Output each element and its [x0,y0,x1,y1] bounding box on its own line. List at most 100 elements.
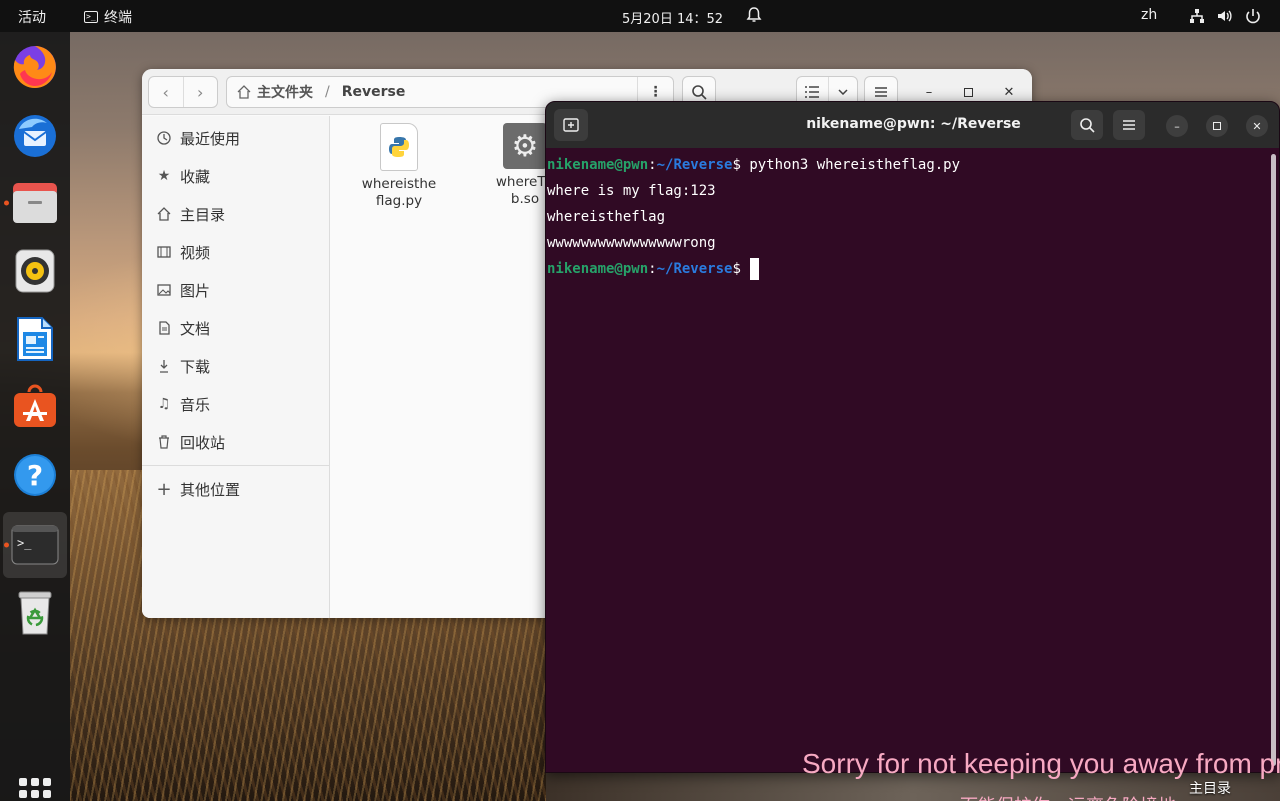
terminal-search-button[interactable] [1071,110,1103,140]
dock-thunderbird[interactable] [0,102,70,168]
minimize-button[interactable]: – [918,81,940,103]
clock-icon [156,130,172,146]
top-bar: 活动 >_ 终端 5月20日 14：52 zh [0,0,1280,32]
command-text: python3 whereistheflag.py [740,157,961,173]
sidebar-item-label: 其他位置 [180,480,241,499]
app-menu[interactable]: >_ 终端 [84,7,132,27]
minimize-icon: – [1174,119,1180,133]
terminal-scrollbar[interactable] [1271,154,1276,766]
prompt-user: nikename@pwn [547,157,649,173]
sidebar-item-label: 文档 [180,319,211,338]
input-method-indicator[interactable]: zh [1141,7,1157,23]
notification-bell-icon[interactable] [746,6,762,24]
clock[interactable]: 5月20日 14：52 [622,8,723,27]
terminal-window: nikename@pwn: ~/Reverse – ✕ nikename@pwn… [545,101,1280,773]
sidebar-item-documents[interactable]: 文档 [142,310,330,346]
system-menu[interactable] [1188,7,1262,25]
chevron-left-icon: ‹ [162,82,169,102]
home-icon [156,206,172,222]
maximize-button[interactable] [957,81,979,103]
text-cursor [750,258,760,280]
sidebar-item-pictures[interactable]: 图片 [142,272,330,308]
close-icon: ✕ [1003,84,1015,100]
minimize-icon: – [925,84,933,100]
sidebar-item-label: 音乐 [180,395,211,414]
trash-icon [18,591,52,635]
prompt-dollar: $ [732,157,741,173]
search-icon [692,85,707,100]
writer-icon [17,317,53,361]
terminal-small-icon: >_ [84,11,98,23]
running-indicator [4,200,9,206]
path-segment-home[interactable]: 主文件夹 [257,82,313,102]
hamburger-icon [875,87,887,97]
dock-libreoffice-writer[interactable] [0,306,70,372]
sidebar-item-downloads[interactable]: 下载 [142,348,330,384]
terminal-minimize-button[interactable]: – [1166,115,1188,137]
video-icon [156,244,172,260]
document-icon [156,320,172,336]
search-icon [1080,118,1095,133]
image-icon [156,282,172,298]
dock-trash[interactable] [0,580,70,646]
file-name-line1: whereisthe [361,176,437,192]
running-indicator [4,542,9,548]
dock-app-center[interactable] [0,374,70,440]
trash-icon [156,434,172,450]
prompt-dollar: $ [732,261,741,277]
dock-terminal[interactable]: >_ [3,512,67,578]
sidebar-item-label: 回收站 [180,433,226,452]
close-button[interactable]: ✕ [998,81,1020,103]
rhythmbox-icon [15,249,55,293]
desktop-home-label[interactable]: 主目录 [1189,778,1231,798]
terminal-app-icon: >_ [11,525,59,565]
sidebar-item-starred[interactable]: ★ 收藏 [142,158,330,194]
sidebar-item-recent[interactable]: 最近使用 [142,120,330,156]
prompt-path: ~/Reverse [656,157,733,173]
maximize-icon [1213,122,1221,130]
sidebar-item-label: 视频 [180,243,211,262]
terminal-command-line: nikename@pwn:~/Reverse$ python3 whereist… [547,152,1267,178]
sidebar-item-home[interactable]: 主目录 [142,196,330,232]
terminal-menu-button[interactable] [1113,110,1145,140]
navigation-buttons: ‹ › [148,76,218,108]
video-subtitle: Sorry for not keeping you away from pro [802,748,1280,779]
list-view-button[interactable] [797,86,828,98]
music-icon: ♫ [157,396,171,412]
sidebar-divider [142,465,330,466]
terminal-maximize-button[interactable] [1206,115,1228,137]
download-icon [156,358,172,374]
dock: ? >_ [0,32,70,801]
sidebar-item-other-locations[interactable]: + 其他位置 [142,471,330,507]
terminal-output[interactable]: nikename@pwn:~/Reverse$ python3 whereist… [547,152,1267,282]
show-apps-grid-icon[interactable] [19,778,51,801]
dock-help[interactable]: ? [0,442,70,508]
dock-rhythmbox[interactable] [0,238,70,304]
files-app-icon [13,183,57,223]
prompt-path: ~/Reverse [656,261,733,277]
list-icon [805,86,820,98]
back-button[interactable]: ‹ [149,77,183,107]
forward-button[interactable]: › [182,77,218,107]
dock-firefox[interactable] [0,34,70,100]
prompt-user: nikename@pwn [547,261,649,277]
sidebar-item-videos[interactable]: 视频 [142,234,330,270]
home-icon [237,85,251,99]
sidebar-item-music[interactable]: ♫ 音乐 [142,386,330,422]
terminal-headerbar: nikename@pwn: ~/Reverse – ✕ [546,102,1279,148]
plus-icon: + [156,478,172,500]
power-icon [1244,7,1262,25]
activities-button[interactable]: 活动 [18,7,46,27]
file-name-line2: flag.py [375,193,423,209]
file-item[interactable]: whereisthe flag.py [354,123,444,210]
terminal-output-line: where is my flag:123 [547,183,716,199]
path-segment-current[interactable]: Reverse [342,84,406,100]
sidebar-item-label: 下载 [180,357,211,376]
dock-files[interactable] [0,170,70,236]
sidebar-item-trash[interactable]: 回收站 [142,424,330,460]
help-icon: ? [14,454,56,496]
terminal-close-button[interactable]: ✕ [1246,115,1268,137]
shared-library-icon: ⚙ [503,123,547,169]
app-center-icon [14,384,56,427]
terminal-output-line: whereistheflag [547,209,666,225]
